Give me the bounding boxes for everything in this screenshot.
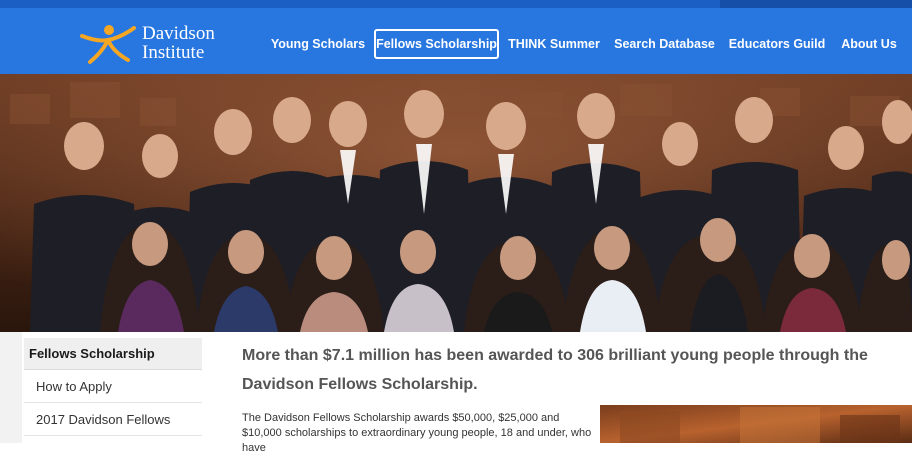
davidson-figure-icon [80, 25, 136, 64]
sidebar-item-how-to-apply[interactable]: How to Apply [24, 371, 202, 403]
nav-educators-guild[interactable]: Educators Guild [727, 29, 827, 59]
nav-search-database[interactable]: Search Database [612, 29, 717, 59]
intro-paragraph: The Davidson Fellows Scholarship awards … [242, 412, 592, 454]
section-sidebar: Fellows Scholarship How to Apply 2017 Da… [0, 332, 230, 443]
sidebar-item-fellows-scholarship[interactable]: Fellows Scholarship [24, 338, 202, 370]
top-strip [0, 0, 912, 8]
feature-image [600, 405, 912, 443]
nav-fellows-scholarship[interactable]: Fellows Scholarship [374, 29, 499, 59]
page-headline: More than $7.1 million has been awarded … [242, 347, 868, 393]
feature-photo-image [600, 405, 912, 443]
nav-young-scholars[interactable]: Young Scholars [270, 29, 366, 59]
group-photo-image [0, 74, 912, 332]
site-header: Davidson Institute Young Scholars Fellow… [0, 8, 912, 74]
logo-wordmark: Davidson Institute [142, 24, 215, 62]
site-logo[interactable]: Davidson Institute [78, 22, 228, 66]
sidebar-band [0, 332, 22, 443]
logo-line-2: Institute [142, 42, 205, 63]
sidebar-item-2017-davidson-fellows[interactable]: 2017 Davidson Fellows [24, 404, 202, 436]
top-strip-accent [720, 0, 912, 8]
hero-photo [0, 74, 912, 332]
nav-about-us[interactable]: About Us [836, 29, 902, 59]
nav-think-summer[interactable]: THINK Summer [506, 29, 602, 59]
logo-line-1: Davidson [142, 23, 215, 44]
